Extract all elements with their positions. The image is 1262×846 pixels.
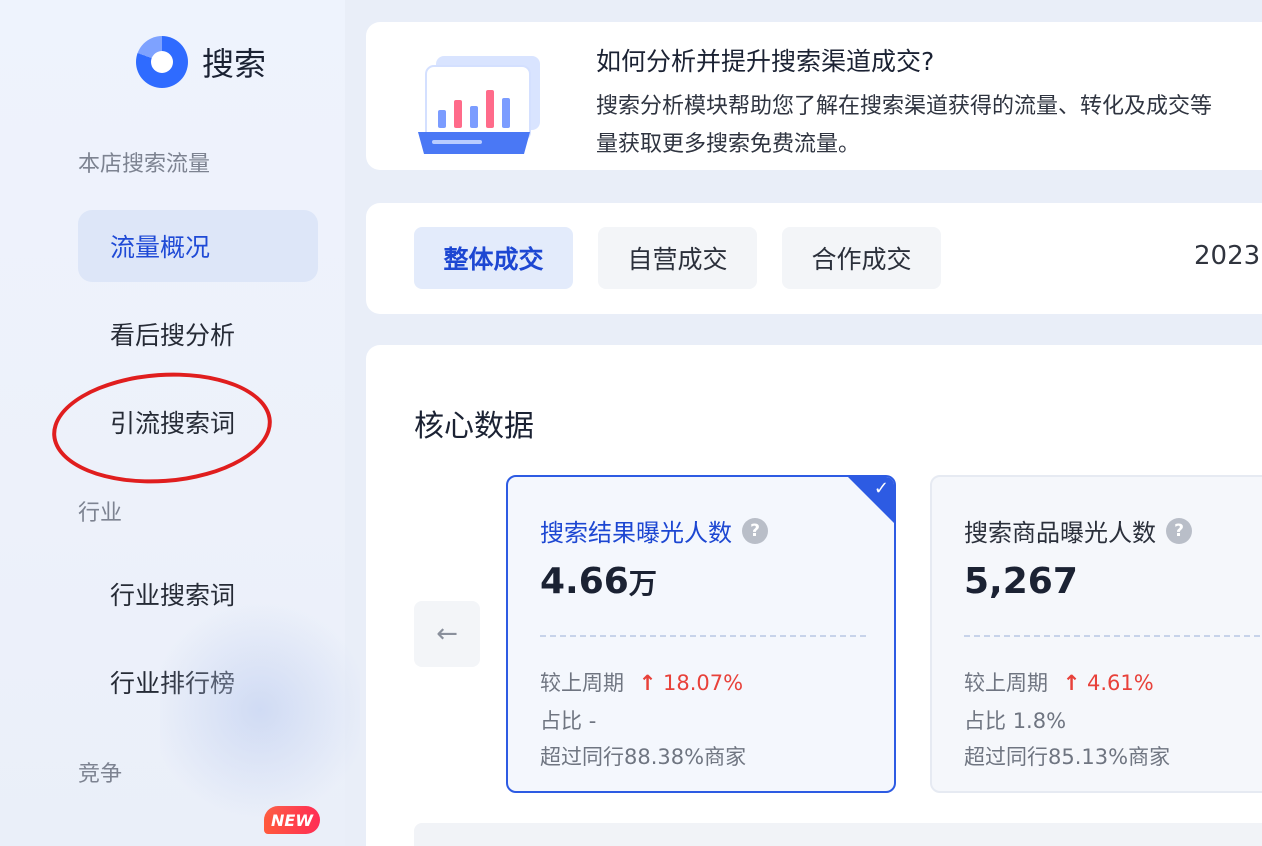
share-value: 1.8% xyxy=(1012,709,1067,733)
sidebar-item-industry-keywords[interactable]: 行业搜索词 xyxy=(78,558,318,630)
metric-value-number: 4.66 xyxy=(540,561,629,602)
share-label: 占比 xyxy=(540,709,582,733)
analytics-illustration-icon xyxy=(418,56,540,154)
compare-label: 较上周期 xyxy=(964,671,1048,695)
metric-name-text: 搜索商品曝光人数 xyxy=(964,519,1156,547)
banner-desc-line-1: 搜索分析模块帮助您了解在搜索渠道获得的流量、转化及成交等 xyxy=(596,94,1213,119)
metric-value-number: 5,267 xyxy=(964,561,1078,602)
metric-card-search-result-exposure[interactable]: ✓ 搜索结果曝光人数 ? 4.66万 较上周期 ↑ 18.07% 占比 - 超过… xyxy=(506,475,896,793)
metric-value: 5,267 xyxy=(964,561,1078,602)
core-data-title: 核心数据 xyxy=(414,409,534,444)
metric-share-row: 占比 - xyxy=(540,705,596,735)
next-section-edge xyxy=(414,823,1262,846)
tab-self-operated-deals[interactable]: 自营成交 xyxy=(598,227,757,289)
divider xyxy=(964,635,1262,637)
help-banner: 如何分析并提升搜索渠道成交? 搜索分析模块帮助您了解在搜索渠道获得的流量、转化及… xyxy=(366,22,1262,170)
tab-cooperation-deals[interactable]: 合作成交 xyxy=(782,227,941,289)
banner-title: 如何分析并提升搜索渠道成交? xyxy=(596,47,935,76)
search-logo-icon xyxy=(136,36,188,88)
group-label-industry: 行业 xyxy=(78,501,123,526)
arrow-left-icon: ← xyxy=(436,619,458,649)
sidebar-item-traffic-keywords[interactable]: 引流搜索词 xyxy=(78,386,318,458)
brand: 搜索 xyxy=(136,36,266,88)
app-title: 搜索 xyxy=(202,45,267,83)
metric-beat-text: 超过同行85.13%商家 xyxy=(964,745,1171,769)
metric-value-unit: 万 xyxy=(628,567,657,600)
metric-name: 搜索商品曝光人数 ? xyxy=(964,513,1192,548)
share-value: - xyxy=(588,709,597,733)
compare-value: 18.07% xyxy=(662,671,744,695)
metric-compare-row: 较上周期 ↑ 4.61% xyxy=(964,667,1154,697)
metric-card-search-product-exposure[interactable]: 搜索商品曝光人数 ? 5,267 较上周期 ↑ 4.61% 占比 1.8% 超过… xyxy=(930,475,1262,793)
metric-value: 4.66万 xyxy=(540,561,657,602)
divider xyxy=(540,635,866,637)
sidebar-item-traffic-overview[interactable]: 流量概况 xyxy=(78,210,318,282)
channel-tabs-card: 整体成交 自营成交 合作成交 2023, xyxy=(366,203,1262,314)
compare-label: 较上周期 xyxy=(540,671,624,695)
banner-description: 搜索分析模块帮助您了解在搜索渠道获得的流量、转化及成交等 量获取更多搜索免费流量… xyxy=(596,88,1262,164)
new-badge: NEW xyxy=(264,806,320,834)
compare-value: 4.61% xyxy=(1086,671,1154,695)
metric-compare-row: 较上周期 ↑ 18.07% xyxy=(540,667,743,697)
arrow-up-icon: ↑ xyxy=(638,671,657,695)
metric-beat-text: 超过同行88.38%商家 xyxy=(540,745,747,769)
arrow-up-icon: ↑ xyxy=(1062,671,1081,695)
tab-overall-deals[interactable]: 整体成交 xyxy=(414,227,573,289)
share-label: 占比 xyxy=(964,709,1006,733)
banner-desc-line-2: 量获取更多搜索免费流量。 xyxy=(596,132,861,157)
group-label-competition: 竞争 xyxy=(78,762,123,787)
date-range-picker[interactable]: 2023, xyxy=(1194,241,1262,271)
core-data-card: 核心数据 ← ✓ 搜索结果曝光人数 ? 4.66万 较上周期 ↑ 18.07% … xyxy=(366,345,1262,846)
sidebar-item-industry-ranking[interactable]: 行业排行榜 xyxy=(78,646,318,718)
metric-name: 搜索结果曝光人数 ? xyxy=(540,513,768,548)
help-icon[interactable]: ? xyxy=(742,517,768,544)
prev-arrow-button[interactable]: ← xyxy=(414,601,480,667)
help-icon[interactable]: ? xyxy=(1166,517,1192,544)
metric-share-row: 占比 1.8% xyxy=(964,705,1066,735)
group-label-store-search: 本店搜索流量 xyxy=(78,152,211,177)
sidebar: 搜索 本店搜索流量 流量概况 看后搜分析 引流搜索词 行业 行业搜索词 行业排行… xyxy=(0,0,360,846)
sidebar-item-after-view-search[interactable]: 看后搜分析 xyxy=(78,298,318,370)
check-icon: ✓ xyxy=(873,478,889,499)
metric-name-text: 搜索结果曝光人数 xyxy=(540,519,732,547)
